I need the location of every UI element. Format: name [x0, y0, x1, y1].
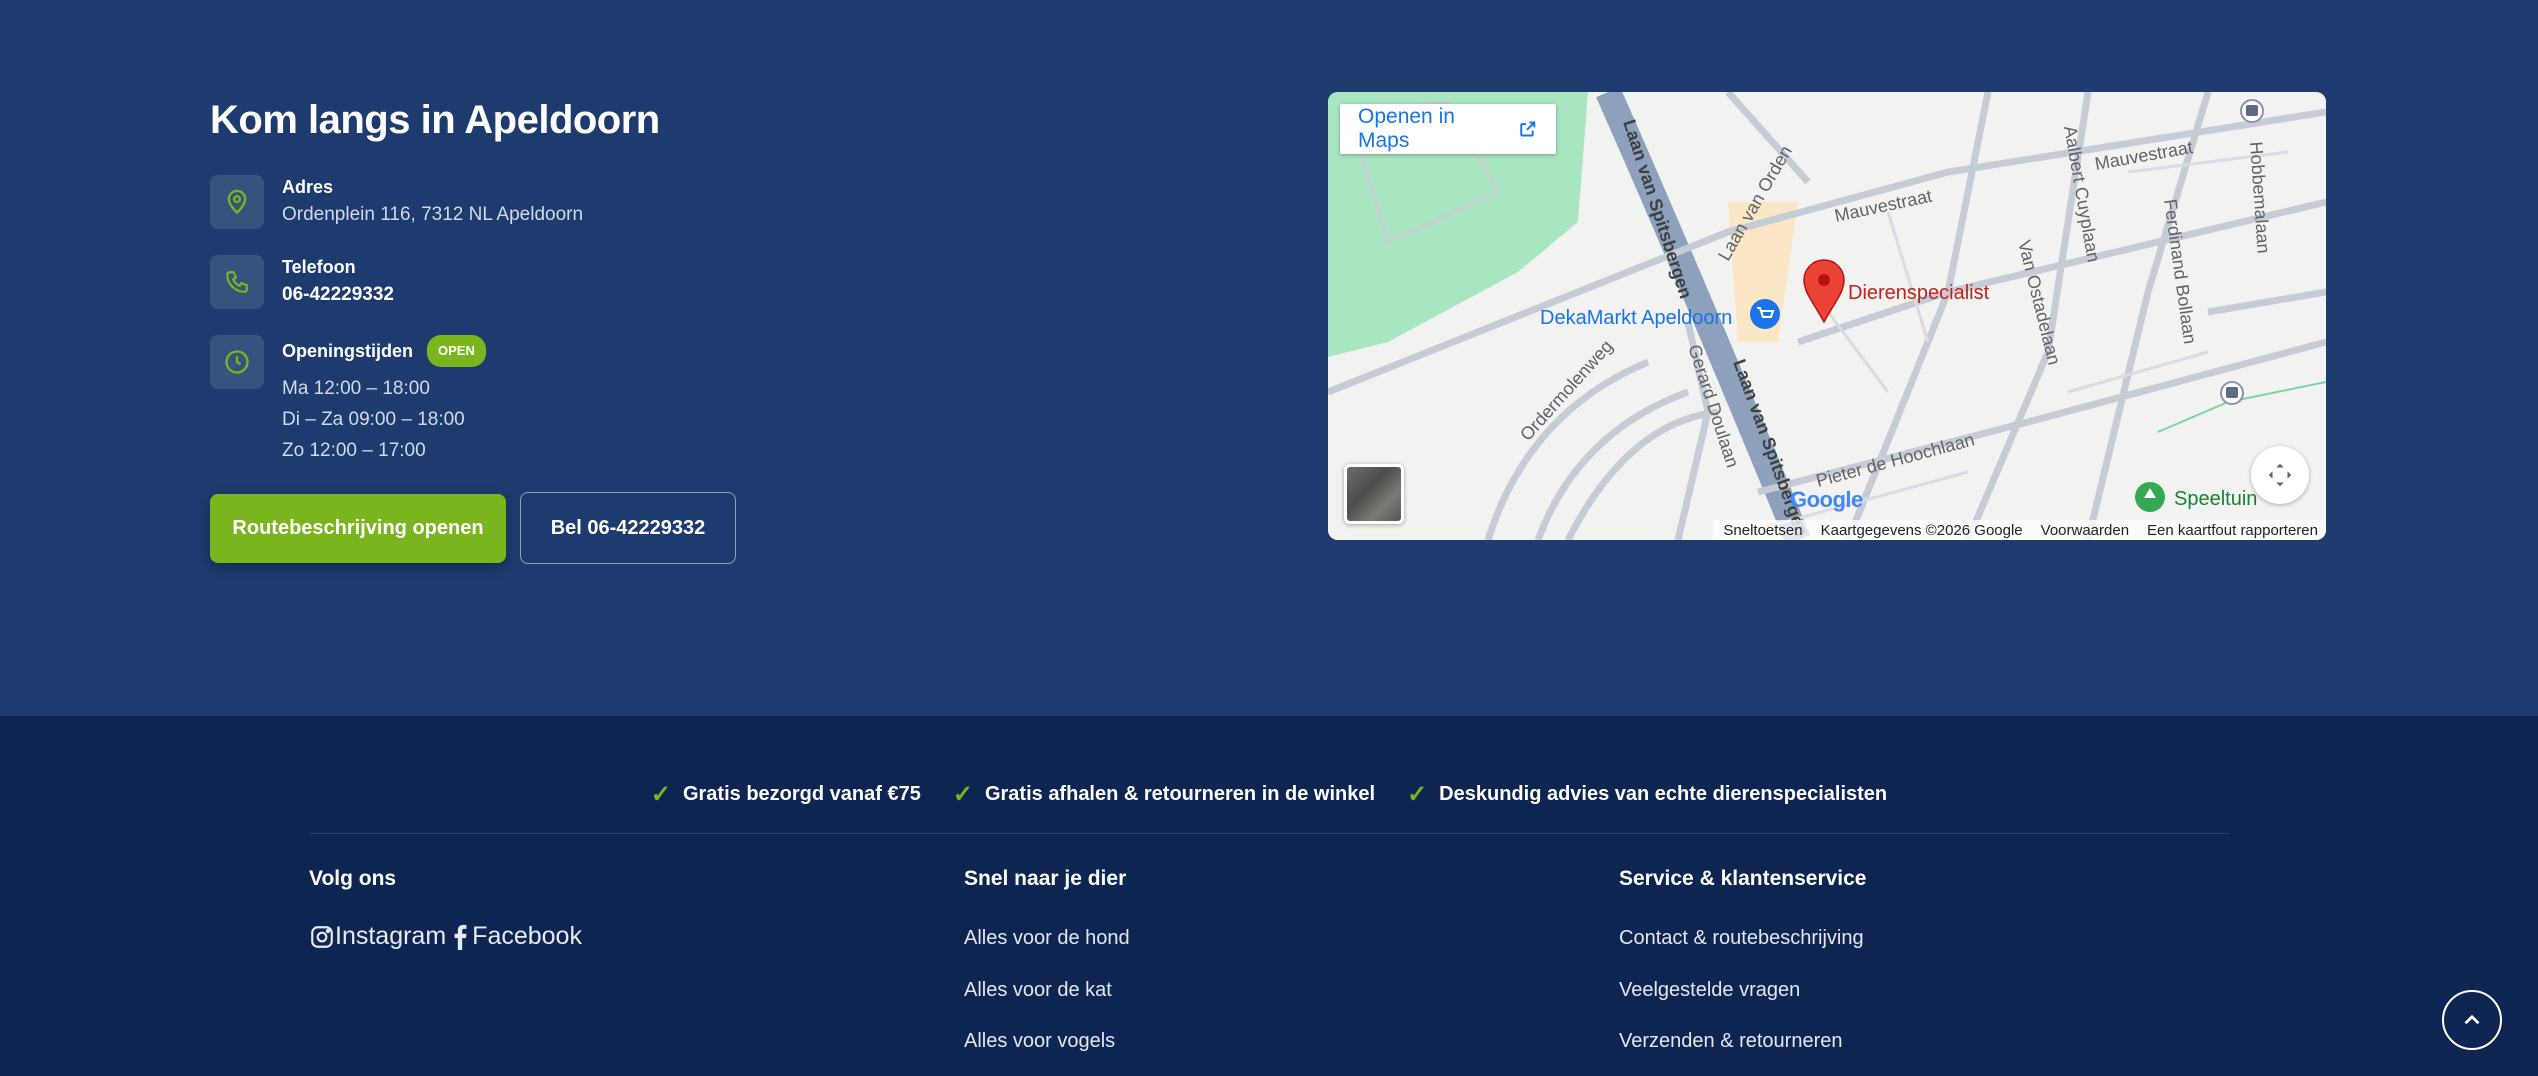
open-in-maps-button[interactable]: Openen in Maps	[1340, 104, 1556, 154]
check-icon: ✓	[952, 781, 973, 808]
google-logo: Google	[1790, 487, 1863, 512]
footer-link[interactable]: Veelgestelde vragen	[1619, 979, 1800, 1002]
social-links: Instagram Facebook	[309, 922, 582, 951]
terms-link[interactable]: Voorwaarden	[2041, 522, 2129, 539]
hours-label: Openingstijden	[282, 341, 414, 361]
footer	[0, 716, 2538, 1076]
contact-title: Kom langs in Apeldoorn	[210, 98, 660, 142]
phone-row: Telefoon 06-42229332	[210, 255, 394, 310]
usp-item: ✓ Gratis afhalen & retourneren in de wink…	[953, 780, 1375, 809]
follow-title: Volg ons	[309, 867, 397, 890]
chevron-up-icon	[2464, 1014, 2480, 1025]
route-button[interactable]: Routebeschrijving openen	[210, 494, 506, 563]
footer-link[interactable]: Contact & routebeschrijving	[1619, 927, 1864, 950]
phone-label: Telefoon	[282, 257, 356, 277]
check-icon: ✓	[1407, 781, 1428, 808]
report-error-link[interactable]: Een kaartfout rapporteren	[2147, 522, 2318, 539]
external-link-icon	[1520, 121, 1536, 137]
instagram-link[interactable]: Instagram	[335, 922, 446, 951]
footer-link[interactable]: Alles voor vogels	[964, 1030, 1115, 1053]
usp-label: Gratis bezorgd vanaf €75	[682, 783, 921, 805]
shortcuts-link[interactable]: Sneltoetsen	[1723, 522, 1802, 539]
fullscreen-button[interactable]	[2251, 446, 2309, 504]
location-pin-icon	[210, 175, 264, 229]
bus-stop-icon	[2220, 381, 2244, 405]
shopping-cart-icon[interactable]	[1750, 299, 1780, 329]
address-row: Adres Ordenplein 116, 7312 NL Apeldoorn	[210, 175, 583, 230]
check-icon: ✓	[650, 781, 671, 808]
address-value: Ordenplein 116, 7312 NL Apeldoorn	[282, 204, 584, 225]
usp-item: ✓ Gratis bezorgd vanaf €75	[651, 780, 921, 809]
map-data-text: Kaartgegevens ©2026 Google	[1820, 521, 2023, 539]
map-attribution: Sneltoetsen Kaartgegevens ©2026 Google V…	[1713, 520, 2326, 540]
hours-label-row: Openingstijden OPEN	[282, 335, 486, 367]
phone-icon	[210, 255, 264, 309]
park-label: Speeltuin	[2174, 488, 2257, 510]
map-tiles[interactable]: Laan van Spitsbergen Laan van Orden Mauv…	[1328, 92, 2326, 540]
usp-label: Deskundig advies van echte dierenspecial…	[1439, 783, 1888, 805]
contact-section: Kom langs in Apeldoorn Adres Ordenplein …	[0, 0, 2538, 716]
open-in-maps-label: Openen in Maps	[1358, 105, 1455, 152]
footer-link[interactable]: Alles voor de kat	[964, 979, 1112, 1002]
clock-icon	[210, 335, 264, 389]
bus-stop-icon	[2240, 99, 2264, 123]
service-title: Service & klantenservice	[1619, 867, 1867, 890]
fullscreen-icon	[2268, 463, 2292, 487]
open-badge: OPEN	[427, 335, 486, 367]
instagram-icon	[311, 925, 333, 948]
call-button[interactable]: Bel 06-42229332	[520, 492, 736, 564]
usp-bar: ✓ Gratis bezorgd vanaf €75 ✓ Gratis afhale…	[0, 780, 2538, 809]
usp-label: Gratis afhalen & retourneren in de winke…	[984, 783, 1376, 805]
phone-link[interactable]: 06-42229332	[282, 279, 394, 310]
hours-line: Ma 12:00 – 18:00	[282, 378, 430, 399]
hours-line: Zo 12:00 – 17:00	[282, 440, 426, 461]
google-map[interactable]: Laan van Spitsbergen Laan van Orden Mauv…	[1328, 92, 2326, 540]
usp-item: ✓ Deskundig advies van echte dierenspecia…	[1407, 780, 1887, 809]
marker-label: Dierenspecialist	[1848, 282, 1990, 304]
hours-line: Di – Za 09:00 – 18:00	[282, 409, 465, 430]
footer-link[interactable]: Alles voor de hond	[964, 927, 1130, 950]
satellite-toggle[interactable]	[1344, 464, 1404, 524]
footer-link[interactable]: Verzenden & retourneren	[1619, 1030, 1843, 1053]
back-to-top-button[interactable]	[2442, 990, 2502, 1050]
hours-row: Openingstijden OPEN Ma 12:00 – 18:00 Di –…	[210, 335, 486, 466]
park-pin-icon[interactable]	[2135, 482, 2165, 512]
footer-divider	[309, 833, 2229, 834]
poi-label[interactable]: DekaMarkt Apeldoorn	[1540, 307, 1732, 329]
facebook-link[interactable]: Facebook	[472, 922, 582, 951]
animals-title: Snel naar je dier	[964, 867, 1127, 890]
address-label: Adres	[282, 177, 334, 197]
facebook-icon	[454, 924, 467, 950]
